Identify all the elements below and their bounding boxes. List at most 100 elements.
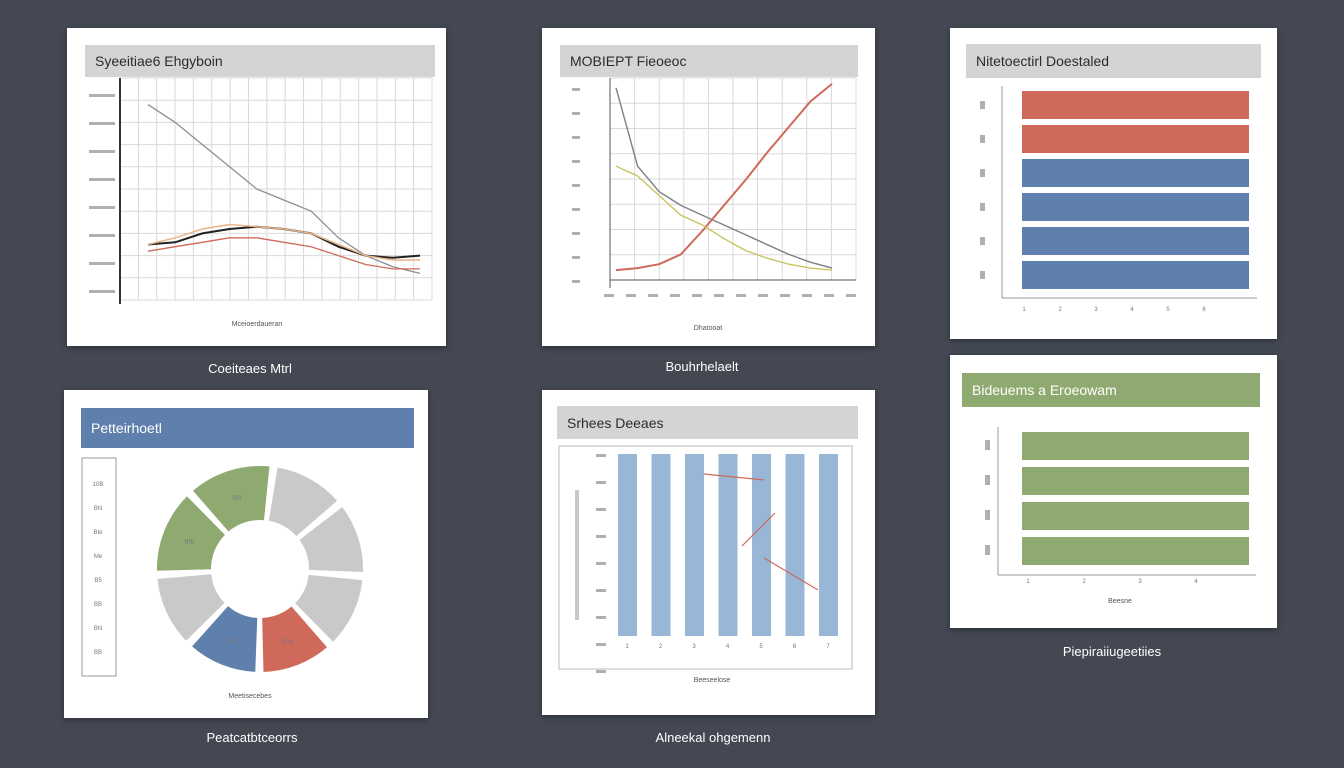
chart-2-y-tick-label [572,184,580,187]
chart-2-x-tick-label [802,294,812,297]
chart-6-bar [1022,502,1249,530]
chart-1-caption: Coeiteaes Mtrl [208,361,292,376]
chart-4-slice-label: BSa [282,639,294,645]
chart-4-y-tick-label: BN [94,506,102,512]
chart-3-x-tick-label: 2 [1058,307,1062,313]
chart-3-bar [1022,159,1249,187]
chart-2-y-tick-label [572,232,580,235]
chart-6-y-tick-label [985,545,990,555]
chart-5-bar [785,454,805,636]
chart-5-y-tick-label [596,535,606,538]
chart-2-caption: Bouhrhelaelt [665,359,739,374]
chart-5-y-axis-label [575,490,579,620]
chart-5-bar [618,454,637,636]
chart-5-bar [685,454,704,636]
chart-6-bar [1022,537,1249,565]
chart-6-y-tick-label [985,440,990,450]
chart-1-plot: Mceioerdaueran [89,77,433,328]
chart-1-y-tick-label [89,290,115,293]
chart-2-y-tick-label [572,160,580,163]
chart-4-x-label: Meetisecebes [228,693,272,700]
chart-3-y-tick-label [980,271,985,279]
chart-3-bar [1022,125,1249,153]
chart-4-plot: 10B BN BIe Me B5 BB BN BB BN BSa BIE BIE Meetisecebe… [81,457,365,700]
chart-5-y-tick-label [596,508,606,511]
chart-4-caption: Peatcatbtceorrs [206,730,298,745]
chart-5-y-tick-label [596,481,606,484]
chart-6-y-tick-label [985,475,990,485]
chart-5-y-tick-label [596,670,606,673]
chart-3-x-tick-label: 4 [1130,307,1134,313]
chart-5-x-tick-label: 3 [692,644,696,650]
chart-6-x-label: Beesne [1108,598,1132,605]
chart-1-x-label: Mceioerdaueran [232,321,283,328]
chart-3-bar [1022,193,1249,221]
chart-3-y-tick-label [980,101,985,109]
chart-4-y-tick-label: B5 [94,578,102,584]
chart-5-caption: Alneekal ohgemenn [655,730,771,745]
chart-2-y-tick-label [572,112,580,115]
chart-3-bar [1022,227,1249,255]
chart-1-y-tick-label [89,122,115,125]
chart-1-y-tick-label [89,206,115,209]
chart-5-x-tick-label: 5 [759,644,763,650]
chart-line-series-4 [147,237,420,270]
chart-5-x-tick-label: 2 [659,644,663,650]
chart-6-x-tick-label: 2 [1082,579,1086,585]
chart-4-slice-label: BN [233,496,241,502]
chart-3-y-tick-label [980,169,985,177]
chart-line-series-2 [615,83,833,272]
chart-2-x-tick-label [670,294,680,297]
chart-2-y-tick-label [572,88,580,91]
chart-3-bar [1022,91,1249,119]
chart-2-x-tick-label [626,294,636,297]
chart-5-x-label: Beeseelose [694,677,731,684]
chart-5-bar [752,454,771,636]
chart-4-y-tick-label: BN [94,626,102,632]
chart-6-y-tick-label [985,510,990,520]
chart-5-x-tick-label: 6 [793,644,797,650]
chart-card-5: Srhees Deeaes 1 2 3 4 5 6 7 Beeseelose [542,390,875,715]
chart-5-y-tick-label [596,616,606,619]
chart-4-y-tick-label: BB [94,650,102,656]
chart-card-6: Bideuems a Eroeowam 1 2 3 4 Beesne [950,355,1277,628]
chart-card-1: Syeeitiae6 Ehgyboin Mceioerdaueran [67,28,446,346]
chart-4-slice-label: BIE [227,638,237,644]
chart-3-x-tick-label: 6 [1202,307,1206,313]
chart-5-x-tick-label: 1 [625,644,629,650]
chart-2-x-tick-label [846,294,856,297]
chart-3-y-tick-label [980,135,985,143]
chart-2-y-tick-label [572,256,580,259]
chart-2-x-tick-label [648,294,658,297]
chart-2-x-tick-label [824,294,834,297]
chart-5-plot: 1 2 3 4 5 6 7 Beeseelose [558,445,853,684]
chart-5-y-tick-label [596,562,606,565]
chart-card-2: MOBIEPT Fieoeoc Dhatooat [542,28,875,346]
chart-2-x-tick-label [604,294,614,297]
chart-4-slice-label: BIE [185,540,195,546]
chart-2-x-tick-label [692,294,702,297]
chart-5-frame [558,445,853,670]
chart-3-y-tick-label [980,237,985,245]
chart-5-bar [819,454,838,636]
chart-4-y-tick-label: BB [94,602,102,608]
chart-3-y-tick-label [980,203,985,211]
chart-5-y-tick-label [596,454,606,457]
chart-5-bar [718,454,738,636]
chart-5-x-tick-label: 7 [826,644,830,650]
chart-6-bar [1022,432,1249,460]
chart-2-x-tick-label [780,294,790,297]
chart-6-x-tick-label: 3 [1138,579,1142,585]
chart-4-y-tick-label: Me [94,554,103,560]
chart-2-x-tick-label [736,294,746,297]
chart-5-y-tick-label [596,589,606,592]
chart-3-caption: Piepiraiiugeetiies [1062,644,1162,659]
chart-2-x-tick-label [758,294,768,297]
chart-5-y-tick-label [596,643,606,646]
chart-2-y-tick-label [572,208,580,211]
chart-2-y-tick-label [572,136,580,139]
chart-6-plot: 1 2 3 4 Beesne [985,427,1256,605]
chart-5-bar [651,454,671,636]
chart-1-y-tick-label [89,178,115,181]
chart-3-x-tick-label: 5 [1166,307,1170,313]
